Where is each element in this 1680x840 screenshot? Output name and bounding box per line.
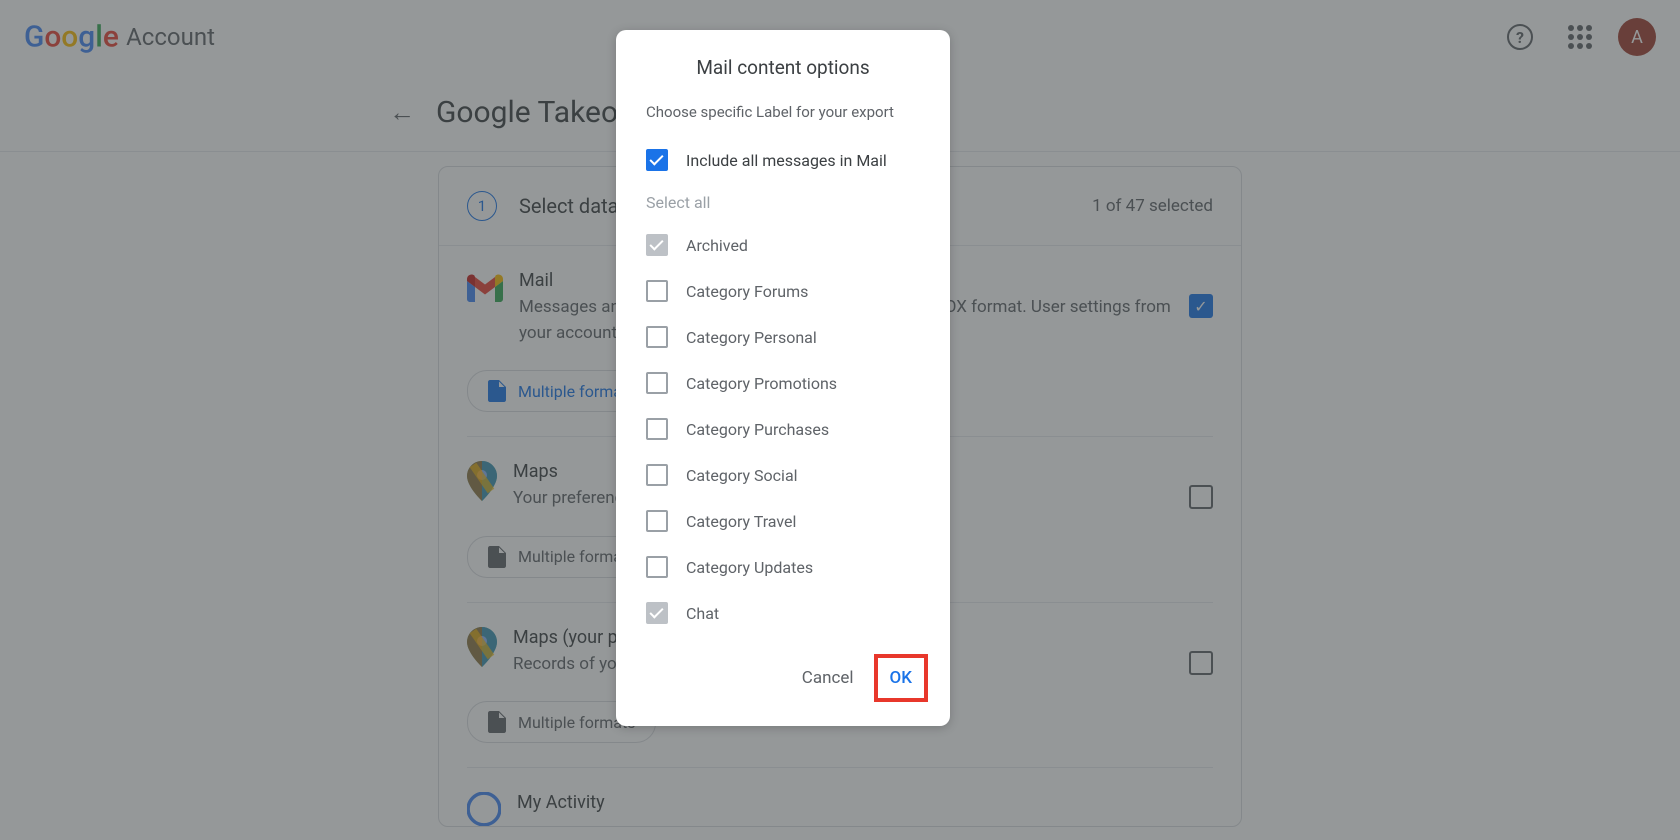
ok-button[interactable]: OK [880,660,922,696]
option-label: Archived [686,236,748,255]
checkbox-icon [646,234,668,256]
label-option[interactable]: Category Travel [616,498,950,544]
cancel-button[interactable]: Cancel [790,658,866,698]
option-label: Category Social [686,466,798,485]
label-option[interactable]: Category Purchases [616,406,950,452]
option-label: Category Updates [686,558,813,577]
ok-button-highlight: OK [874,654,928,702]
option-label: Category Forums [686,282,808,301]
dialog-title: Mail content options [616,56,950,79]
mail-options-dialog: Mail content options Choose specific Lab… [616,30,950,726]
label-option[interactable]: Category Social [616,452,950,498]
label-option[interactable]: Category Forums [616,268,950,314]
option-label: Include all messages in Mail [686,151,887,170]
select-all-button[interactable]: Select all [616,183,950,222]
label-option[interactable]: Category Updates [616,544,950,590]
checkbox-icon [646,418,668,440]
label-option[interactable]: Category Promotions [616,360,950,406]
label-option[interactable]: Chat [616,590,950,636]
option-label: Category Personal [686,328,817,347]
label-option[interactable]: Archived [616,222,950,268]
checkbox-icon [646,372,668,394]
dialog-actions: Cancel OK [616,636,950,708]
label-option[interactable]: Category Personal [616,314,950,360]
option-label: Category Promotions [686,374,837,393]
checkbox-icon [646,602,668,624]
checkbox-icon [646,510,668,532]
checkbox-icon [646,326,668,348]
checkbox-icon [646,464,668,486]
checkbox-icon [646,280,668,302]
checkbox-icon [646,556,668,578]
dialog-subtitle: Choose specific Label for your export [616,103,950,121]
option-label: Category Purchases [686,420,829,439]
include-all-option[interactable]: Include all messages in Mail [616,137,950,183]
option-label: Category Travel [686,512,796,531]
checkbox-icon [646,149,668,171]
option-label: Chat [686,604,719,623]
